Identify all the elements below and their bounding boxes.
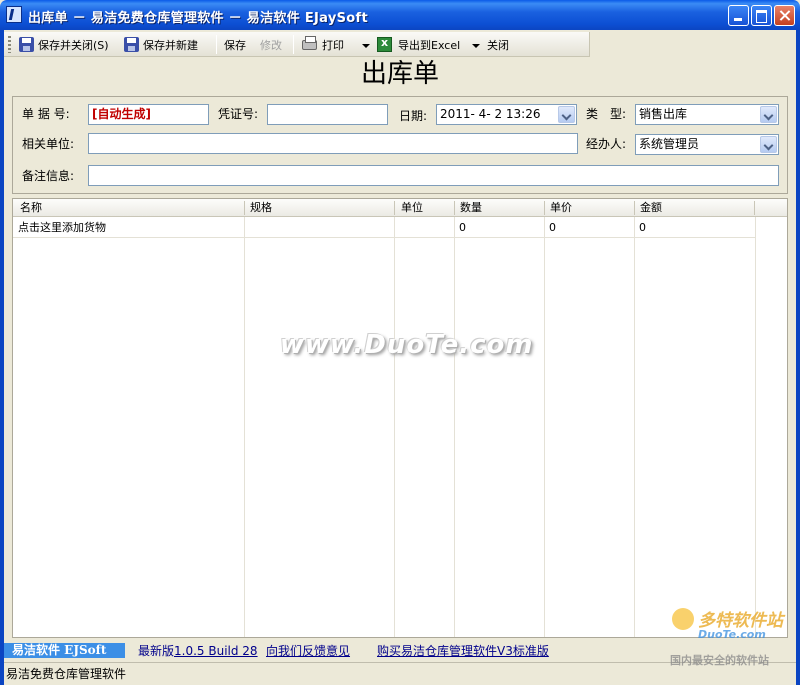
cell-qty[interactable]: 0: [459, 221, 466, 235]
note-label: 备注信息:: [22, 169, 75, 183]
voucher-field[interactable]: [267, 104, 388, 125]
doc-no-label: 单 据 号:: [22, 107, 70, 121]
save-button[interactable]: 保存: [224, 38, 246, 53]
latest-version-prefix: 最新版: [138, 644, 175, 658]
related-unit-label: 相关单位:: [22, 137, 75, 151]
watermark-text: www.DuoTe.com: [280, 330, 534, 360]
toolbar: 保存并关闭(S) 保存并新建 保存 修改 打印 导出到Excel 关闭: [4, 32, 590, 57]
close-button[interactable]: 关闭: [487, 38, 509, 53]
cell-name[interactable]: 点击这里添加货物: [18, 221, 106, 235]
handler-label: 经办人:: [586, 137, 627, 151]
form-title: 出库单: [360, 59, 439, 89]
doc-no-field[interactable]: [自动生成]: [88, 104, 209, 125]
latest-version-link[interactable]: 最新版1.0.5 Build 28: [138, 644, 258, 659]
grid-line: [544, 217, 545, 637]
edit-button[interactable]: 修改: [260, 38, 282, 53]
save-new-button[interactable]: 保存并新建: [143, 38, 198, 53]
toolbar-separator: [216, 35, 217, 54]
print-dropdown-arrow-icon[interactable]: [362, 44, 370, 48]
window-frame-right: [796, 30, 800, 685]
app-icon[interactable]: [6, 6, 22, 23]
window-title: 出库单 － 易洁免费仓库管理软件 － 易洁软件 EJaySoft: [28, 11, 368, 26]
col-header-name[interactable]: 名称: [20, 201, 42, 215]
col-header-unit[interactable]: 单位: [401, 201, 423, 215]
col-header-qty[interactable]: 数量: [460, 201, 482, 215]
date-picker[interactable]: 2011- 4- 2 13:26: [436, 104, 577, 125]
related-unit-field[interactable]: [88, 133, 578, 154]
form-panel: 单 据 号: [自动生成] 凭证号: 日期: 2011- 4- 2 13:26 …: [12, 96, 788, 194]
save-disk-icon: [19, 37, 34, 52]
window-frame-left: [0, 30, 4, 685]
handler-dropdown-icon[interactable]: [760, 136, 777, 153]
maximize-button[interactable]: [751, 5, 772, 26]
grid-line: [634, 217, 635, 637]
toolbar-separator: [293, 35, 294, 54]
date-value: 2011- 4- 2 13:26: [440, 107, 541, 121]
save-close-button[interactable]: 保存并关闭(S): [38, 38, 109, 53]
grid-line: [454, 217, 455, 637]
type-value: 销售出库: [639, 107, 688, 121]
buy-link[interactable]: 购买易洁仓库管理软件V3标准版: [377, 644, 549, 659]
duote-logo: 多特软件站 DuoTe.com 国内最安全的软件站: [668, 604, 796, 668]
grid-row-line: [13, 237, 755, 238]
grid-line: [244, 217, 245, 637]
date-dropdown-icon[interactable]: [558, 106, 575, 123]
close-window-button[interactable]: [774, 5, 795, 26]
logo-mascot-icon: [672, 608, 694, 630]
print-button[interactable]: 打印: [322, 38, 344, 53]
grid-blank-column: [755, 217, 787, 637]
save-disk-icon: [124, 37, 139, 52]
handler-value: 系统管理员: [639, 137, 700, 151]
type-select[interactable]: 销售出库: [635, 104, 779, 125]
cell-amount[interactable]: 0: [639, 221, 646, 235]
goods-grid[interactable]: 名称 规格 单位 数量 单价 金额 点击这里添加货物 0 0 0: [12, 198, 788, 638]
grid-line: [394, 217, 395, 637]
type-dropdown-icon[interactable]: [760, 106, 777, 123]
cell-price[interactable]: 0: [549, 221, 556, 235]
voucher-label: 凭证号:: [218, 107, 259, 121]
column-divider[interactable]: [454, 201, 455, 215]
col-header-spec[interactable]: 规格: [250, 201, 272, 215]
column-divider[interactable]: [244, 201, 245, 215]
toolbar-grip[interactable]: [8, 36, 11, 53]
grid-header: 名称 规格 单位 数量 单价 金额: [13, 199, 787, 217]
column-divider[interactable]: [634, 201, 635, 215]
handler-select[interactable]: 系统管理员: [635, 134, 779, 155]
note-field[interactable]: [88, 165, 779, 186]
logo-slogan-text: 国内最安全的软件站: [670, 654, 769, 667]
col-header-amount[interactable]: 金额: [640, 201, 662, 215]
type-label: 类 型:: [586, 107, 627, 121]
excel-icon: [377, 36, 392, 52]
brand-badge: 易洁软件 EJSoft: [4, 643, 125, 658]
latest-version-number[interactable]: 1.0.5 Build 28: [174, 644, 258, 658]
export-dropdown-arrow-icon[interactable]: [472, 44, 480, 48]
minimize-button[interactable]: [728, 5, 749, 26]
title-bar[interactable]: 出库单 － 易洁免费仓库管理软件 － 易洁软件 EJaySoft: [0, 0, 800, 30]
export-excel-button[interactable]: 导出到Excel: [398, 38, 460, 53]
col-header-price[interactable]: 单价: [550, 201, 572, 215]
logo-site-text: DuoTe.com: [698, 628, 766, 641]
printer-icon: [302, 36, 317, 50]
column-divider[interactable]: [754, 201, 755, 215]
column-divider[interactable]: [544, 201, 545, 215]
feedback-link[interactable]: 向我们反馈意见: [266, 644, 350, 659]
status-text: 易洁免费仓库管理软件: [6, 667, 127, 681]
column-divider[interactable]: [394, 201, 395, 215]
date-label: 日期:: [399, 109, 428, 123]
